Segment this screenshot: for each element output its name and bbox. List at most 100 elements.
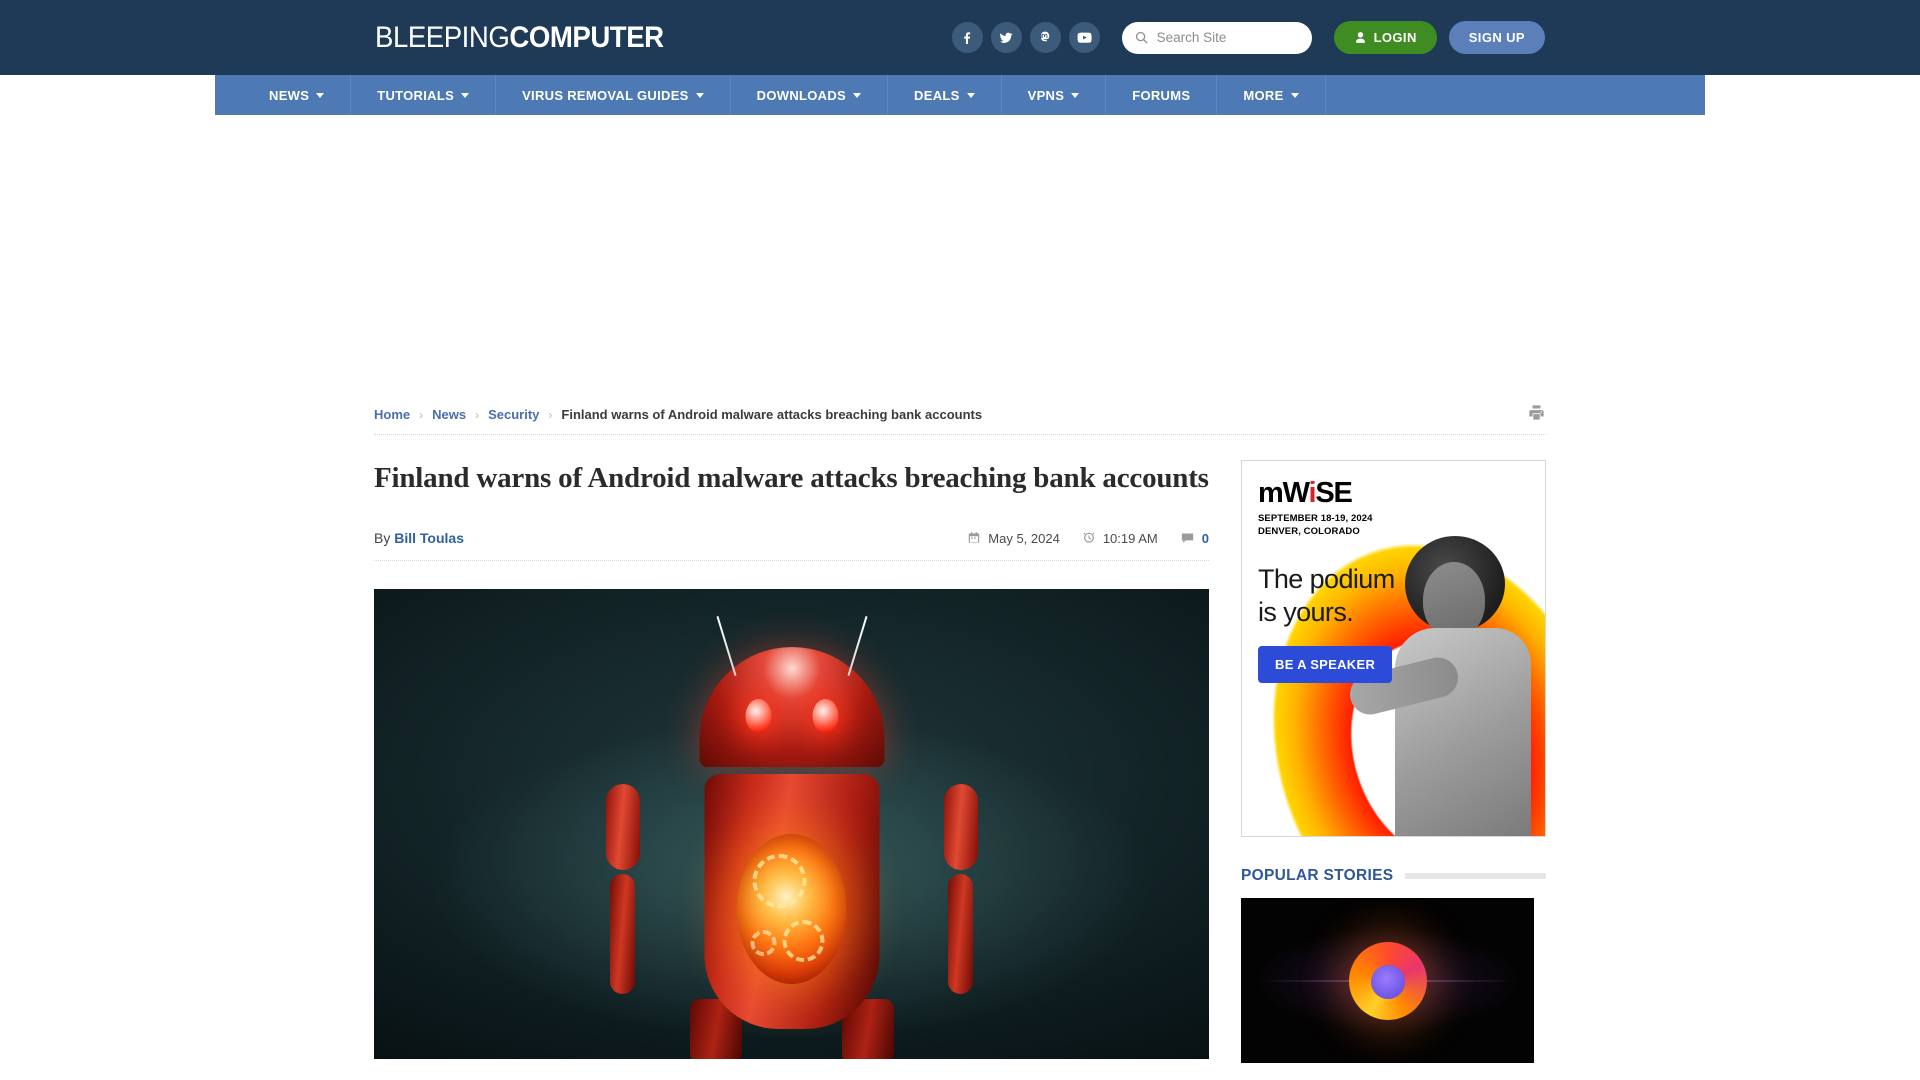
gear-icon [782,920,825,963]
chevron-down-icon [695,92,704,98]
article-meta: By Bill Toulas May 5, 2024 10:19 AM 0 [374,530,1209,562]
author-link[interactable]: Bill Toulas [394,530,464,546]
android-robot-illustration [582,609,1002,1060]
nav-label: NEWS [269,87,310,103]
chevron-down-icon [316,92,325,98]
user-icon [1355,32,1365,43]
ad-headline-line2: is yours. [1258,596,1354,627]
search-box[interactable] [1121,21,1312,54]
breadcrumb-item-news[interactable]: News [432,407,466,422]
signup-button-label: SIGN UP [1468,30,1525,45]
gear-icon [750,930,777,957]
breadcrumb: Home › News › Security › Finland warns o… [374,395,1546,435]
nav-label: DOWNLOADS [756,87,847,103]
search-input[interactable] [1156,30,1300,45]
nav-item-news[interactable]: NEWS [243,75,352,115]
robot-antenna-right [846,616,868,677]
nav-item-deals[interactable]: DEALS [888,75,1002,115]
breadcrumb-separator-icon: › [548,407,553,422]
byline-prefix: By [374,530,391,547]
nav-label: FORUMS [1132,87,1191,103]
ad-headline: The podium is yours. [1258,563,1395,629]
firefox-logo-icon [1348,941,1427,1020]
nav-left-spacer [215,75,243,115]
robot-arm-left [605,784,640,995]
publish-date: May 5, 2024 [967,531,1060,546]
article-column: Finland warns of Android malware attacks… [374,460,1209,1063]
nav-label: VIRUS REMOVAL GUIDES [522,87,689,103]
chevron-down-icon [1290,92,1299,98]
mastodon-icon[interactable] [1029,22,1061,53]
login-button[interactable]: LOGIN [1333,21,1437,54]
mwise-logo: mWiSE SEPTEMBER 18-19, 2024 DENVER, COLO… [1258,479,1373,539]
nav-right-spacer [1326,75,1705,115]
nav-item-more[interactable]: MORE [1217,75,1326,115]
nav-label: MORE [1243,87,1284,103]
ad-date-line: SEPTEMBER 18-19, 2024 [1258,513,1373,524]
popular-stories-title: POPULAR STORIES [1241,867,1394,884]
comment-icon [1181,533,1193,543]
robot-body [704,774,879,1030]
chevron-down-icon [461,92,470,98]
publish-date-text: May 5, 2024 [988,530,1060,546]
top-banner-ad-slot [0,115,1920,395]
chevron-down-icon [966,92,975,98]
ad-location-line: DENVER, COLORADO [1258,525,1360,537]
page-content: Home › News › Security › Finland warns o… [374,395,1546,1063]
mwise-brand-end: SE [1315,477,1353,509]
robot-arm-right [943,784,978,995]
publish-time: 10:19 AM [1082,531,1158,546]
sidebar: mWiSE SEPTEMBER 18-19, 2024 DENVER, COLO… [1241,460,1546,1063]
be-a-speaker-button[interactable]: BE A SPEAKER [1258,646,1393,683]
chevron-down-icon [1071,92,1080,98]
article-hero-image [374,589,1209,1060]
comments-link[interactable]: 0 [1180,531,1209,546]
divider [1405,873,1546,879]
breadcrumb-item-home[interactable]: Home [374,407,410,422]
twitter-icon[interactable] [990,22,1022,53]
robot-eye-right [812,699,838,734]
facebook-icon[interactable] [951,22,983,53]
nav-item-tutorials[interactable]: TUTORIALS [351,75,497,115]
calendar-icon [969,532,980,543]
robot-eye-left [745,699,771,734]
logo-text-light: BLEEPING [375,20,510,54]
site-header: BLEEPINGCOMPUTER Search Site LOGIN SIGN … [0,0,1920,75]
nav-item-virus-removal-guides[interactable]: VIRUS REMOVAL GUIDES [496,75,731,115]
youtube-icon[interactable] [1068,22,1100,53]
popular-story-thumbnail[interactable] [1241,898,1534,1063]
ad-headline-line1: The podium [1258,564,1395,594]
breadcrumb-item-security[interactable]: Security [488,407,539,422]
popular-stories-header: POPULAR STORIES [1241,867,1546,885]
robot-head [699,616,884,768]
clock-icon [1083,532,1095,543]
gear-icon [752,854,807,909]
nav-label: VPNS [1027,87,1065,103]
nav-item-downloads[interactable]: DOWNLOADS [731,75,889,115]
publish-time-text: 10:19 AM [1102,530,1158,546]
nav-item-forums[interactable]: FORUMS [1106,75,1218,115]
nav-label: TUTORIALS [377,87,455,103]
breadcrumb-separator-icon: › [419,407,424,422]
mwise-brand-start: mW [1258,477,1310,509]
nav-item-vpns[interactable]: VPNS [1002,75,1107,115]
search-icon [1135,31,1148,44]
breadcrumb-separator-icon: › [475,407,480,422]
signup-button[interactable]: SIGN UP [1448,21,1545,54]
sidebar-ad-mwise[interactable]: mWiSE SEPTEMBER 18-19, 2024 DENVER, COLO… [1241,460,1546,837]
robot-gear-core [736,834,847,985]
site-logo[interactable]: BLEEPINGCOMPUTER [375,21,664,55]
comment-count[interactable]: 0 [1202,531,1209,546]
social-links [951,22,1100,53]
logo-text-bold: COMPUTER [509,20,664,54]
byline: By Bill Toulas [374,530,464,546]
nav-label: DEALS [914,87,960,103]
main-navigation: NEWS TUTORIALS VIRUS REMOVAL GUIDES DOWN… [0,75,1920,115]
print-icon[interactable] [1527,403,1546,427]
robot-antenna-left [715,616,737,677]
breadcrumb-item-current: Finland warns of Android malware attacks… [561,407,983,422]
login-button-label: LOGIN [1373,30,1417,45]
ad-speaker-photo [1345,536,1539,836]
chevron-down-icon [853,92,862,98]
page-title: Finland warns of Android malware attacks… [374,462,1209,494]
